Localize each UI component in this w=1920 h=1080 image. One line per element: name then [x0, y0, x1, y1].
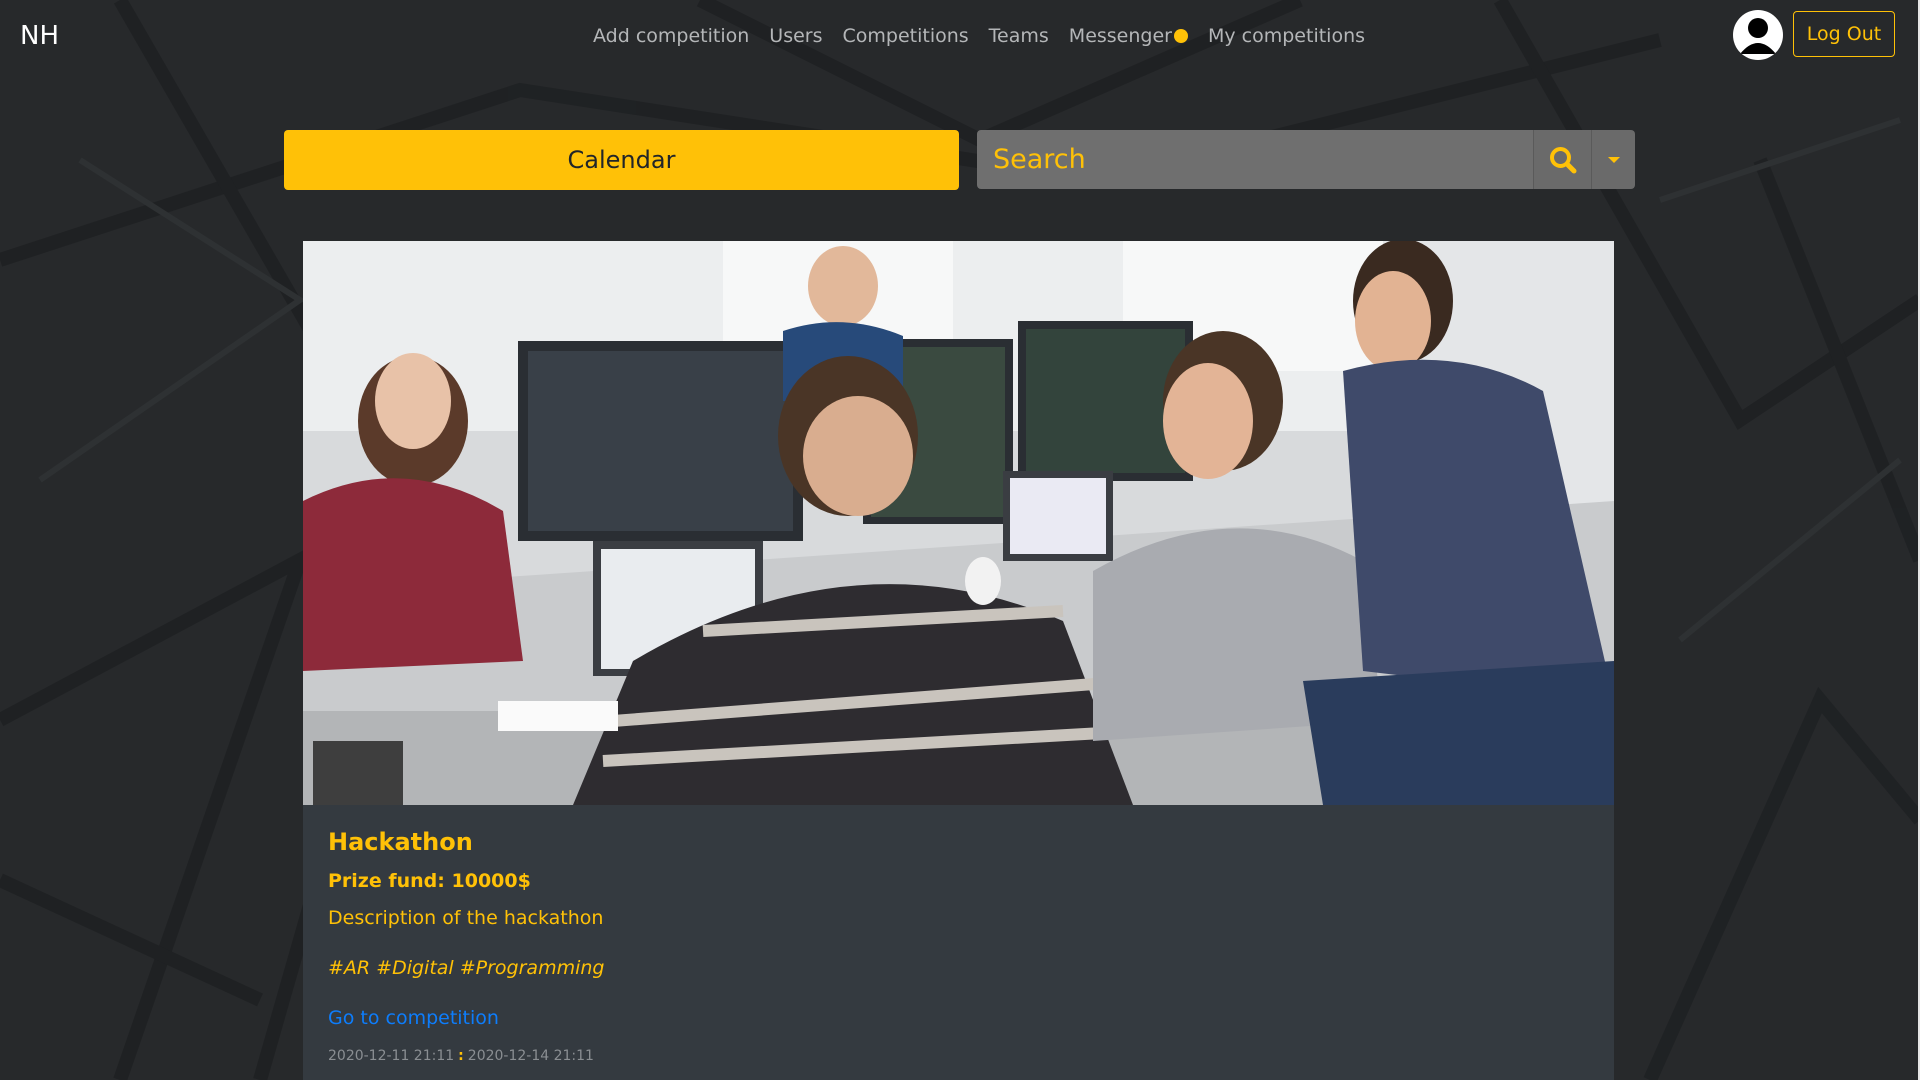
logout-button[interactable]: Log Out [1793, 11, 1895, 57]
competition-title: Hackathon [328, 828, 473, 856]
search-dropdown-button[interactable] [1591, 130, 1635, 189]
competition-card: Hackathon Prize fund: 10000$ Description… [303, 241, 1614, 1080]
go-to-competition-link[interactable]: Go to competition [328, 1005, 499, 1031]
nav-add-competition[interactable]: Add competition [593, 20, 749, 52]
date-separator: : [458, 1048, 464, 1064]
caret-down-icon [1607, 156, 1620, 163]
search-input[interactable] [977, 130, 1534, 189]
notification-dot [1173, 29, 1188, 43]
search-group [977, 130, 1635, 189]
start-date: 2020-12-11 21:11 [328, 1048, 455, 1064]
search-button[interactable] [1533, 130, 1592, 189]
competition-photo [303, 241, 1614, 805]
end-date: 2020-12-14 21:11 [467, 1048, 594, 1064]
nav-teams[interactable]: Teams [989, 20, 1049, 52]
nav-links: Add competition Users Competitions Teams… [593, 20, 1385, 52]
page: NH Add competition Users Competitions Te… [0, 0, 1920, 1080]
nav-messenger-label: Messenger [1068, 25, 1172, 47]
top-navbar: NH Add competition Users Competitions Te… [0, 0, 1918, 72]
user-avatar-icon[interactable] [1733, 10, 1783, 60]
brand-logo[interactable]: NH [20, 18, 59, 54]
competition-dates: 2020-12-11 21:11:2020-12-14 21:11 [328, 1046, 594, 1066]
prize-fund: Prize fund: 10000$ [328, 870, 531, 892]
nav-users[interactable]: Users [769, 20, 822, 52]
search-icon [1549, 146, 1577, 173]
nav-messenger[interactable]: Messenger [1069, 20, 1188, 52]
competition-tags: #AR #Digital #Programming [328, 957, 605, 979]
calendar-button[interactable]: Calendar [284, 130, 959, 190]
competition-description: Description of the hackathon [328, 907, 604, 929]
nav-competitions[interactable]: Competitions [843, 20, 969, 52]
nav-my-competitions[interactable]: My competitions [1208, 20, 1365, 52]
